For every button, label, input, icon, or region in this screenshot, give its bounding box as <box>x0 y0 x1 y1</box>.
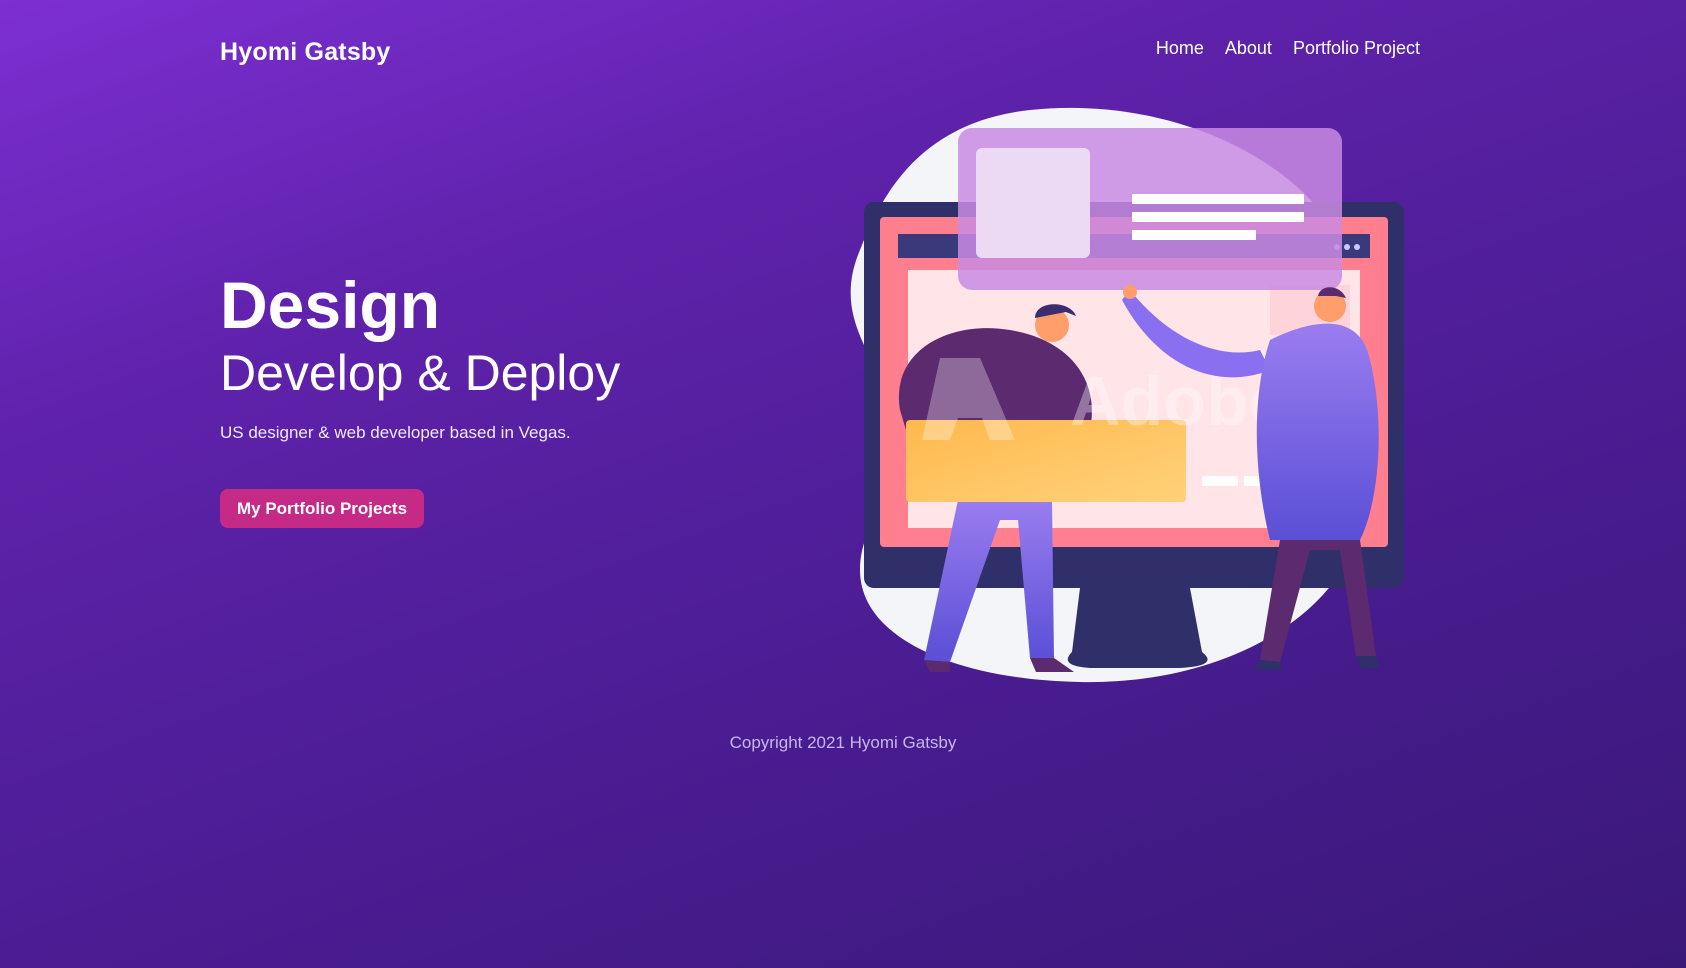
nav-link-about[interactable]: About <box>1225 38 1272 59</box>
nav-menu: Home About Portfolio Project <box>1156 38 1420 59</box>
hero-title: Design <box>220 268 441 342</box>
copyright-text: Copyright 2021 Hyomi Gatsby <box>729 733 957 752</box>
portfolio-projects-button[interactable]: My Portfolio Projects <box>220 489 425 528</box>
monitor-stand <box>1067 588 1208 668</box>
brand-logo[interactable]: Hyomi Gatsby <box>220 38 391 67</box>
hero-section: Design Develop & Deploy US designer & we… <box>220 272 780 443</box>
person-right-body <box>1256 323 1379 540</box>
hero-illustration: Adobe <box>840 100 1420 690</box>
designer-developer-illustration-icon: Adobe <box>850 107 1404 683</box>
footer: Copyright 2021 Hyomi Gatsby <box>0 733 1686 753</box>
hero-description: US designer & web developer based in Veg… <box>220 423 571 442</box>
nav-link-home[interactable]: Home <box>1156 38 1204 59</box>
navbar: Hyomi Gatsby Home About Portfolio Projec… <box>220 32 1420 76</box>
hero-subtitle: Develop & Deploy <box>220 345 621 401</box>
nav-link-portfolio-project[interactable]: Portfolio Project <box>1293 38 1420 59</box>
